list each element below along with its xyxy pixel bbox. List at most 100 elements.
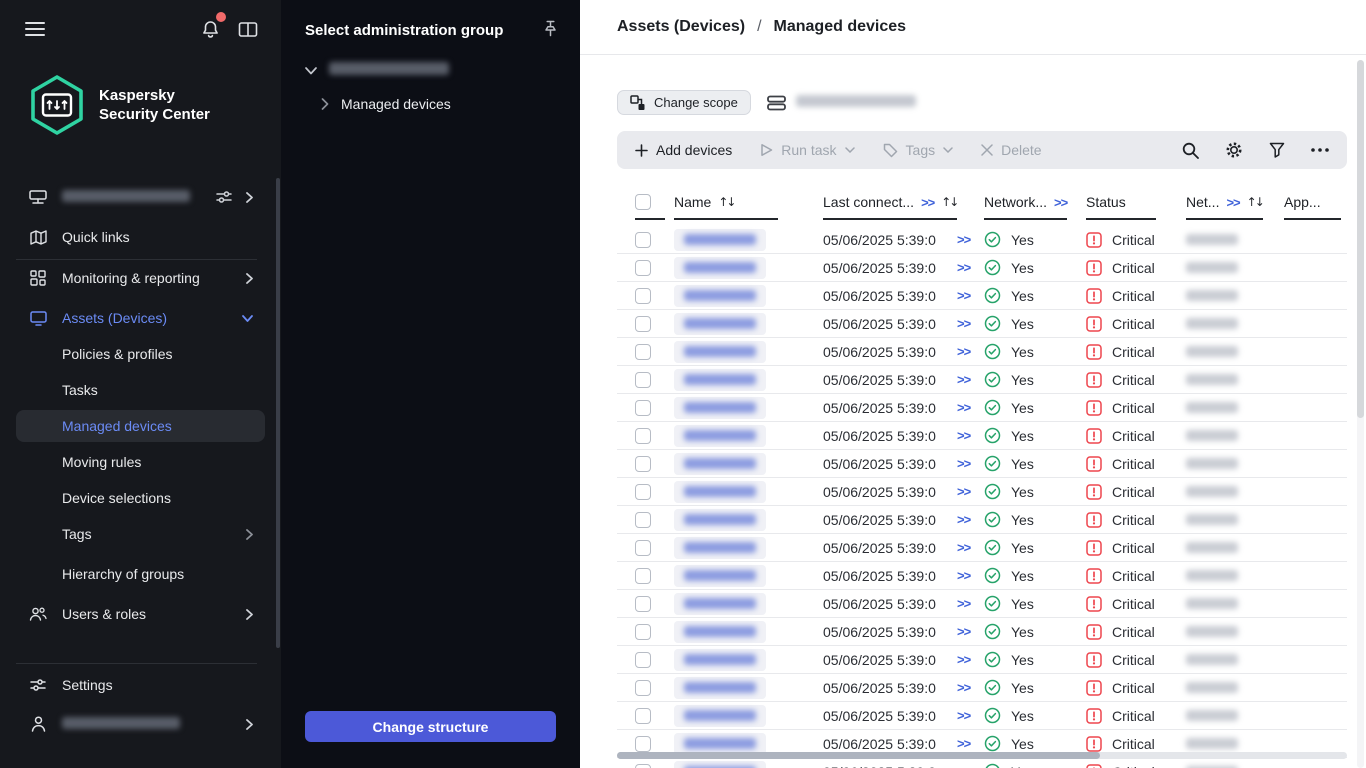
sidebar-item-account[interactable]: [16, 708, 265, 740]
row-checkbox[interactable]: [635, 484, 651, 500]
select-all-checkbox[interactable]: [635, 194, 651, 210]
device-name-link-redacted[interactable]: [674, 509, 766, 531]
row-checkbox[interactable]: [635, 344, 651, 360]
row-checkbox[interactable]: [635, 680, 651, 696]
cell-expand-icon[interactable]: >>: [957, 596, 970, 611]
tree-item-managed-devices[interactable]: Managed devices: [321, 96, 451, 112]
cell-expand-icon[interactable]: >>: [957, 512, 970, 527]
gear-icon[interactable]: [1225, 141, 1243, 159]
add-devices-button[interactable]: Add devices: [635, 142, 732, 158]
cell-expand-icon[interactable]: >>: [957, 764, 970, 768]
sidebar-item-moving-rules[interactable]: Moving rules: [16, 446, 265, 478]
column-header-last-connected[interactable]: Last connect...>>↑↓: [823, 194, 957, 220]
device-name-link-redacted[interactable]: [674, 677, 766, 699]
row-checkbox[interactable]: [635, 288, 651, 304]
column-header-status[interactable]: Status: [1086, 194, 1156, 220]
sidebar-item-users-roles[interactable]: Users & roles: [16, 598, 265, 630]
cell-expand-icon[interactable]: >>: [957, 680, 970, 695]
column-header-network[interactable]: Network...>>: [984, 194, 1067, 220]
device-name-link-redacted[interactable]: [674, 229, 766, 251]
chevron-down-icon[interactable]: [305, 67, 317, 75]
horizontal-scrollbar[interactable]: [617, 752, 1347, 759]
sidebar-item-assets-devices[interactable]: Assets (Devices): [16, 302, 265, 334]
device-name-link-redacted[interactable]: [674, 341, 766, 363]
column-expand-icon[interactable]: >>: [1226, 195, 1239, 210]
sort-icon[interactable]: ↑↓: [1247, 195, 1263, 209]
sidebar-item-admin-server[interactable]: [16, 181, 265, 213]
cell-expand-icon[interactable]: >>: [957, 400, 970, 415]
device-name-link-redacted[interactable]: [674, 285, 766, 307]
device-name-link-redacted[interactable]: [674, 593, 766, 615]
chevron-right-icon[interactable]: [321, 98, 329, 110]
sidebar-item-policies-profiles[interactable]: Policies & profiles: [16, 338, 265, 370]
cell-expand-icon[interactable]: >>: [957, 708, 970, 723]
device-name-link-redacted[interactable]: [674, 621, 766, 643]
device-name-link-redacted[interactable]: [674, 453, 766, 475]
tags-button[interactable]: Tags: [883, 142, 954, 158]
cell-expand-icon[interactable]: >>: [957, 428, 970, 443]
device-name-link-redacted[interactable]: [674, 537, 766, 559]
run-task-button[interactable]: Run task: [760, 142, 854, 158]
chevron-right-icon[interactable]: [246, 192, 253, 203]
column-expand-icon[interactable]: >>: [921, 195, 934, 210]
breadcrumb-assets-devices[interactable]: Assets (Devices): [617, 18, 745, 36]
device-name-link-redacted[interactable]: [674, 565, 766, 587]
sidebar-item-device-selections[interactable]: Device selections: [16, 482, 265, 514]
sort-icon[interactable]: ↑↓: [718, 195, 734, 209]
device-name-link-redacted[interactable]: [674, 649, 766, 671]
cell-expand-icon[interactable]: >>: [957, 344, 970, 359]
more-options-icon[interactable]: [1311, 148, 1329, 152]
sidebar-item-hierarchy-of-groups[interactable]: Hierarchy of groups: [16, 558, 265, 590]
device-name-link-redacted[interactable]: [674, 425, 766, 447]
hamburger-menu-icon[interactable]: [22, 16, 48, 42]
notifications-bell-icon[interactable]: [197, 16, 223, 42]
device-name-link-redacted[interactable]: [674, 397, 766, 419]
sidebar-item-tags[interactable]: Tags: [16, 518, 265, 550]
row-checkbox[interactable]: [635, 708, 651, 724]
sidebar-item-managed-devices[interactable]: Managed devices: [16, 410, 265, 442]
cell-expand-icon[interactable]: >>: [957, 540, 970, 555]
row-checkbox[interactable]: [635, 596, 651, 612]
row-checkbox[interactable]: [635, 568, 651, 584]
vertical-scrollbar-thumb[interactable]: [1357, 60, 1364, 418]
cell-expand-icon[interactable]: >>: [957, 484, 970, 499]
cell-expand-icon[interactable]: >>: [957, 232, 970, 247]
search-icon[interactable]: [1182, 142, 1199, 159]
cell-expand-icon[interactable]: >>: [957, 652, 970, 667]
row-checkbox[interactable]: [635, 540, 651, 556]
row-checkbox[interactable]: [635, 624, 651, 640]
delete-button[interactable]: Delete: [981, 142, 1041, 158]
device-name-link-redacted[interactable]: [674, 761, 766, 768]
horizontal-scrollbar-thumb[interactable]: [617, 752, 1100, 759]
change-scope-button[interactable]: Change scope: [617, 90, 751, 115]
row-checkbox[interactable]: [635, 764, 651, 768]
device-name-link-redacted[interactable]: [674, 481, 766, 503]
row-checkbox[interactable]: [635, 260, 651, 276]
cell-expand-icon[interactable]: >>: [957, 736, 970, 751]
row-checkbox[interactable]: [635, 400, 651, 416]
device-name-link-redacted[interactable]: [674, 705, 766, 727]
row-checkbox[interactable]: [635, 232, 651, 248]
row-checkbox[interactable]: [635, 316, 651, 332]
sidebar-item-monitoring-reporting[interactable]: Monitoring & reporting: [16, 262, 265, 294]
sidebar-item-quick-links[interactable]: Quick links: [16, 221, 265, 253]
sidebar-item-tasks[interactable]: Tasks: [16, 374, 265, 406]
column-header-net-agent[interactable]: Net...>>↑↓: [1186, 194, 1263, 220]
row-checkbox[interactable]: [635, 372, 651, 388]
cell-expand-icon[interactable]: >>: [957, 260, 970, 275]
row-checkbox[interactable]: [635, 428, 651, 444]
column-expand-icon[interactable]: >>: [1054, 195, 1067, 210]
tree-root-group[interactable]: [305, 62, 449, 80]
cell-expand-icon[interactable]: >>: [957, 288, 970, 303]
row-checkbox[interactable]: [635, 512, 651, 528]
cell-expand-icon[interactable]: >>: [957, 316, 970, 331]
sidebar-item-settings[interactable]: Settings: [16, 669, 265, 701]
sidebar-scrollbar[interactable]: [276, 178, 280, 648]
vertical-scrollbar[interactable]: [1357, 60, 1364, 768]
device-name-link-redacted[interactable]: [674, 369, 766, 391]
row-checkbox[interactable]: [635, 652, 651, 668]
change-structure-button[interactable]: Change structure: [305, 711, 556, 742]
row-checkbox[interactable]: [635, 736, 651, 752]
cell-expand-icon[interactable]: >>: [957, 372, 970, 387]
device-name-link-redacted[interactable]: [674, 257, 766, 279]
